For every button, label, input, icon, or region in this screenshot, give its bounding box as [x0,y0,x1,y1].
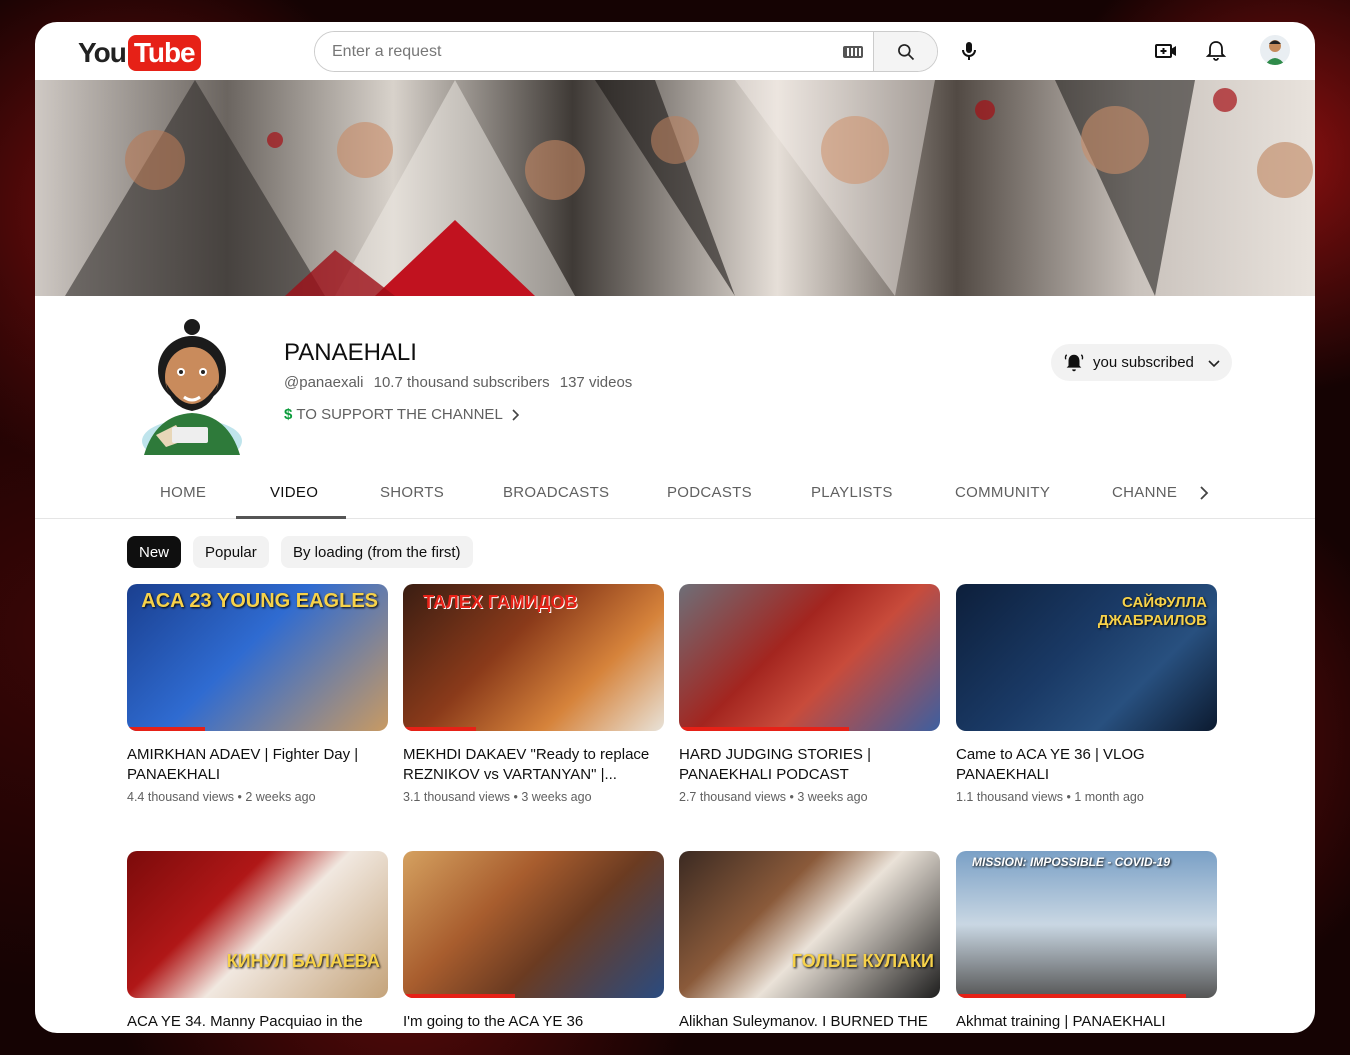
channel-avatar[interactable] [136,315,248,463]
video-card[interactable]: ТАЛЕХ ГАМИДОВ MEKHDI DAKAEV "Ready to re… [403,584,664,804]
thumbnail-text: MISSION: IMPOSSIBLE - COVID-19 [972,855,1171,869]
video-card[interactable]: HARD JUDGING STORIES | PANAEKHALI PODCAS… [679,584,940,804]
video-meta: 1.1 thousand views • 1 month ago [956,790,1144,804]
tab-channel[interactable]: CHANNE [1112,484,1177,501]
video-meta: 4.4 thousand views • 2 weeks ago [127,790,316,804]
notifications-bell-icon[interactable] [1204,39,1228,63]
top-bar: You Tube [35,22,1315,80]
video-title[interactable]: Came to ACA YE 36 | VLOG PANAEKHALI [956,745,1217,785]
video-thumbnail[interactable]: ACA 23 YOUNG EAGLES [127,584,388,731]
tab-video[interactable]: VIDEO [270,484,318,501]
channel-tabs: HOME VIDEO SHORTS BROADCASTS PODCASTS PL… [35,472,1315,519]
video-age: 3 weeks ago [797,790,868,804]
video-card[interactable]: ACA 23 YOUNG EAGLES AMIRKHAN ADAEV | Fig… [127,584,388,804]
dollar-icon: $ [284,406,293,423]
tab-broadcasts[interactable]: BROADCASTS [503,484,609,501]
video-title[interactable]: I'm going to the ACA YE 36 [403,1012,664,1033]
video-views: 3.1 thousand views [403,790,511,804]
thumbnail-text: ТАЛЕХ ГАМИДОВ [423,592,578,612]
chip-new[interactable]: New [127,536,182,568]
video-title[interactable]: MEKHDI DAKAEV "Ready to replace REZNIKOV… [403,745,664,785]
video-title[interactable]: Alikhan Suleymanov. I BURNED THE [679,1012,940,1033]
search-bar [314,31,938,72]
youtube-logo[interactable]: You Tube [78,35,201,71]
channel-banner [35,80,1315,296]
chevron-down-icon [1208,359,1220,367]
watch-progress [403,727,477,731]
watch-progress [403,994,516,998]
video-views: 2.7 thousand views [679,790,787,804]
channel-handle: @panaexali [284,374,364,391]
search-input[interactable] [315,32,833,71]
video-card[interactable]: КИНУЛ БАЛАЕВА ACA YE 34. Manny Pacquiao … [127,851,388,1033]
watch-progress [956,994,1186,998]
tab-podcasts[interactable]: PODCASTS [667,484,752,501]
video-title[interactable]: AMIRKHAN ADAEV | Fighter Day | PANAEKHAL… [127,745,388,785]
tab-community[interactable]: COMMUNITY [955,484,1050,501]
subscribed-label: you subscribed [1093,354,1194,371]
video-thumbnail[interactable]: ТАЛЕХ ГАМИДОВ [403,584,664,731]
video-thumbnail[interactable]: ГОЛЫЕ КУЛАКИ [679,851,940,998]
chip-popular[interactable]: Popular [193,536,269,568]
video-title[interactable]: ACA YE 34. Manny Pacquiao in the [127,1012,388,1033]
active-tab-indicator [236,516,346,519]
video-title[interactable]: Akhmat training | PANAEKHALI [956,1012,1217,1033]
logo-you-text: You [78,37,127,68]
watch-progress [127,727,206,731]
video-thumbnail[interactable] [679,584,940,731]
video-card[interactable]: САЙФУЛЛА ДЖАБРАИЛОВ Came to ACA YE 36 | … [956,584,1217,804]
video-views: 1.1 thousand views [956,790,1064,804]
video-meta: 2.7 thousand views • 3 weeks ago [679,790,868,804]
create-video-icon[interactable] [1154,39,1178,63]
user-avatar[interactable] [1260,35,1290,65]
banner-artwork [65,80,1313,296]
video-age: 3 weeks ago [521,790,592,804]
video-card[interactable]: I'm going to the ACA YE 36 [403,851,664,1033]
logo-tube-text: Tube [127,35,201,71]
video-card[interactable]: MISSION: IMPOSSIBLE - COVID-19 Akhmat tr… [956,851,1217,1033]
microphone-icon[interactable] [957,39,981,63]
keyboard-icon[interactable] [833,32,873,71]
channel-name: PANAEHALI [284,339,417,366]
subscribed-button[interactable]: you subscribed [1051,344,1232,381]
video-age: 2 weeks ago [245,790,316,804]
youtube-window: You Tube Enter a request PANAEHALI @pana… [35,22,1315,1033]
tab-shorts[interactable]: SHORTS [380,484,444,501]
chip-by-loading[interactable]: By loading (from the first) [281,536,473,568]
video-thumbnail[interactable]: КИНУЛ БАЛАЕВА [127,851,388,998]
support-channel-link[interactable]: $ TO SUPPORT THE CHANNEL [284,406,523,423]
video-views: 4.4 thousand views [127,790,235,804]
thumbnail-text: САЙФУЛЛА ДЖАБРАИЛОВ [1097,594,1207,629]
thumbnail-text: ACA 23 YOUNG EAGLES [141,590,378,612]
search-icon [897,43,914,60]
tab-home[interactable]: HOME [160,484,206,501]
video-age: 1 month ago [1074,790,1144,804]
video-card[interactable]: ГОЛЫЕ КУЛАКИ Alikhan Suleymanov. I BURNE… [679,851,940,1033]
video-thumbnail[interactable] [403,851,664,998]
chevron-right-icon [512,408,519,421]
tab-playlists[interactable]: PLAYLISTS [811,484,893,501]
video-title[interactable]: HARD JUDGING STORIES | PANAEKHALI PODCAS… [679,745,940,785]
thumbnail-text: КИНУЛ БАЛАЕВА [226,951,380,971]
channel-meta: @panaexali 10.7 thousand subscribers 137… [284,374,638,391]
support-link-label: TO SUPPORT THE CHANNEL [296,406,503,423]
bell-ringing-icon [1064,353,1084,371]
tabs-scroll-right-icon[interactable] [1197,484,1211,502]
thumbnail-text: ГОЛЫЕ КУЛАКИ [791,951,934,971]
channel-video-count: 137 videos [559,374,633,391]
watch-progress [679,727,849,731]
video-meta: 3.1 thousand views • 3 weeks ago [403,790,592,804]
search-button[interactable] [873,32,937,71]
video-thumbnail[interactable]: MISSION: IMPOSSIBLE - COVID-19 [956,851,1217,998]
video-thumbnail[interactable]: САЙФУЛЛА ДЖАБРАИЛОВ [956,584,1217,731]
channel-subscribers: 10.7 thousand subscribers [373,374,550,391]
